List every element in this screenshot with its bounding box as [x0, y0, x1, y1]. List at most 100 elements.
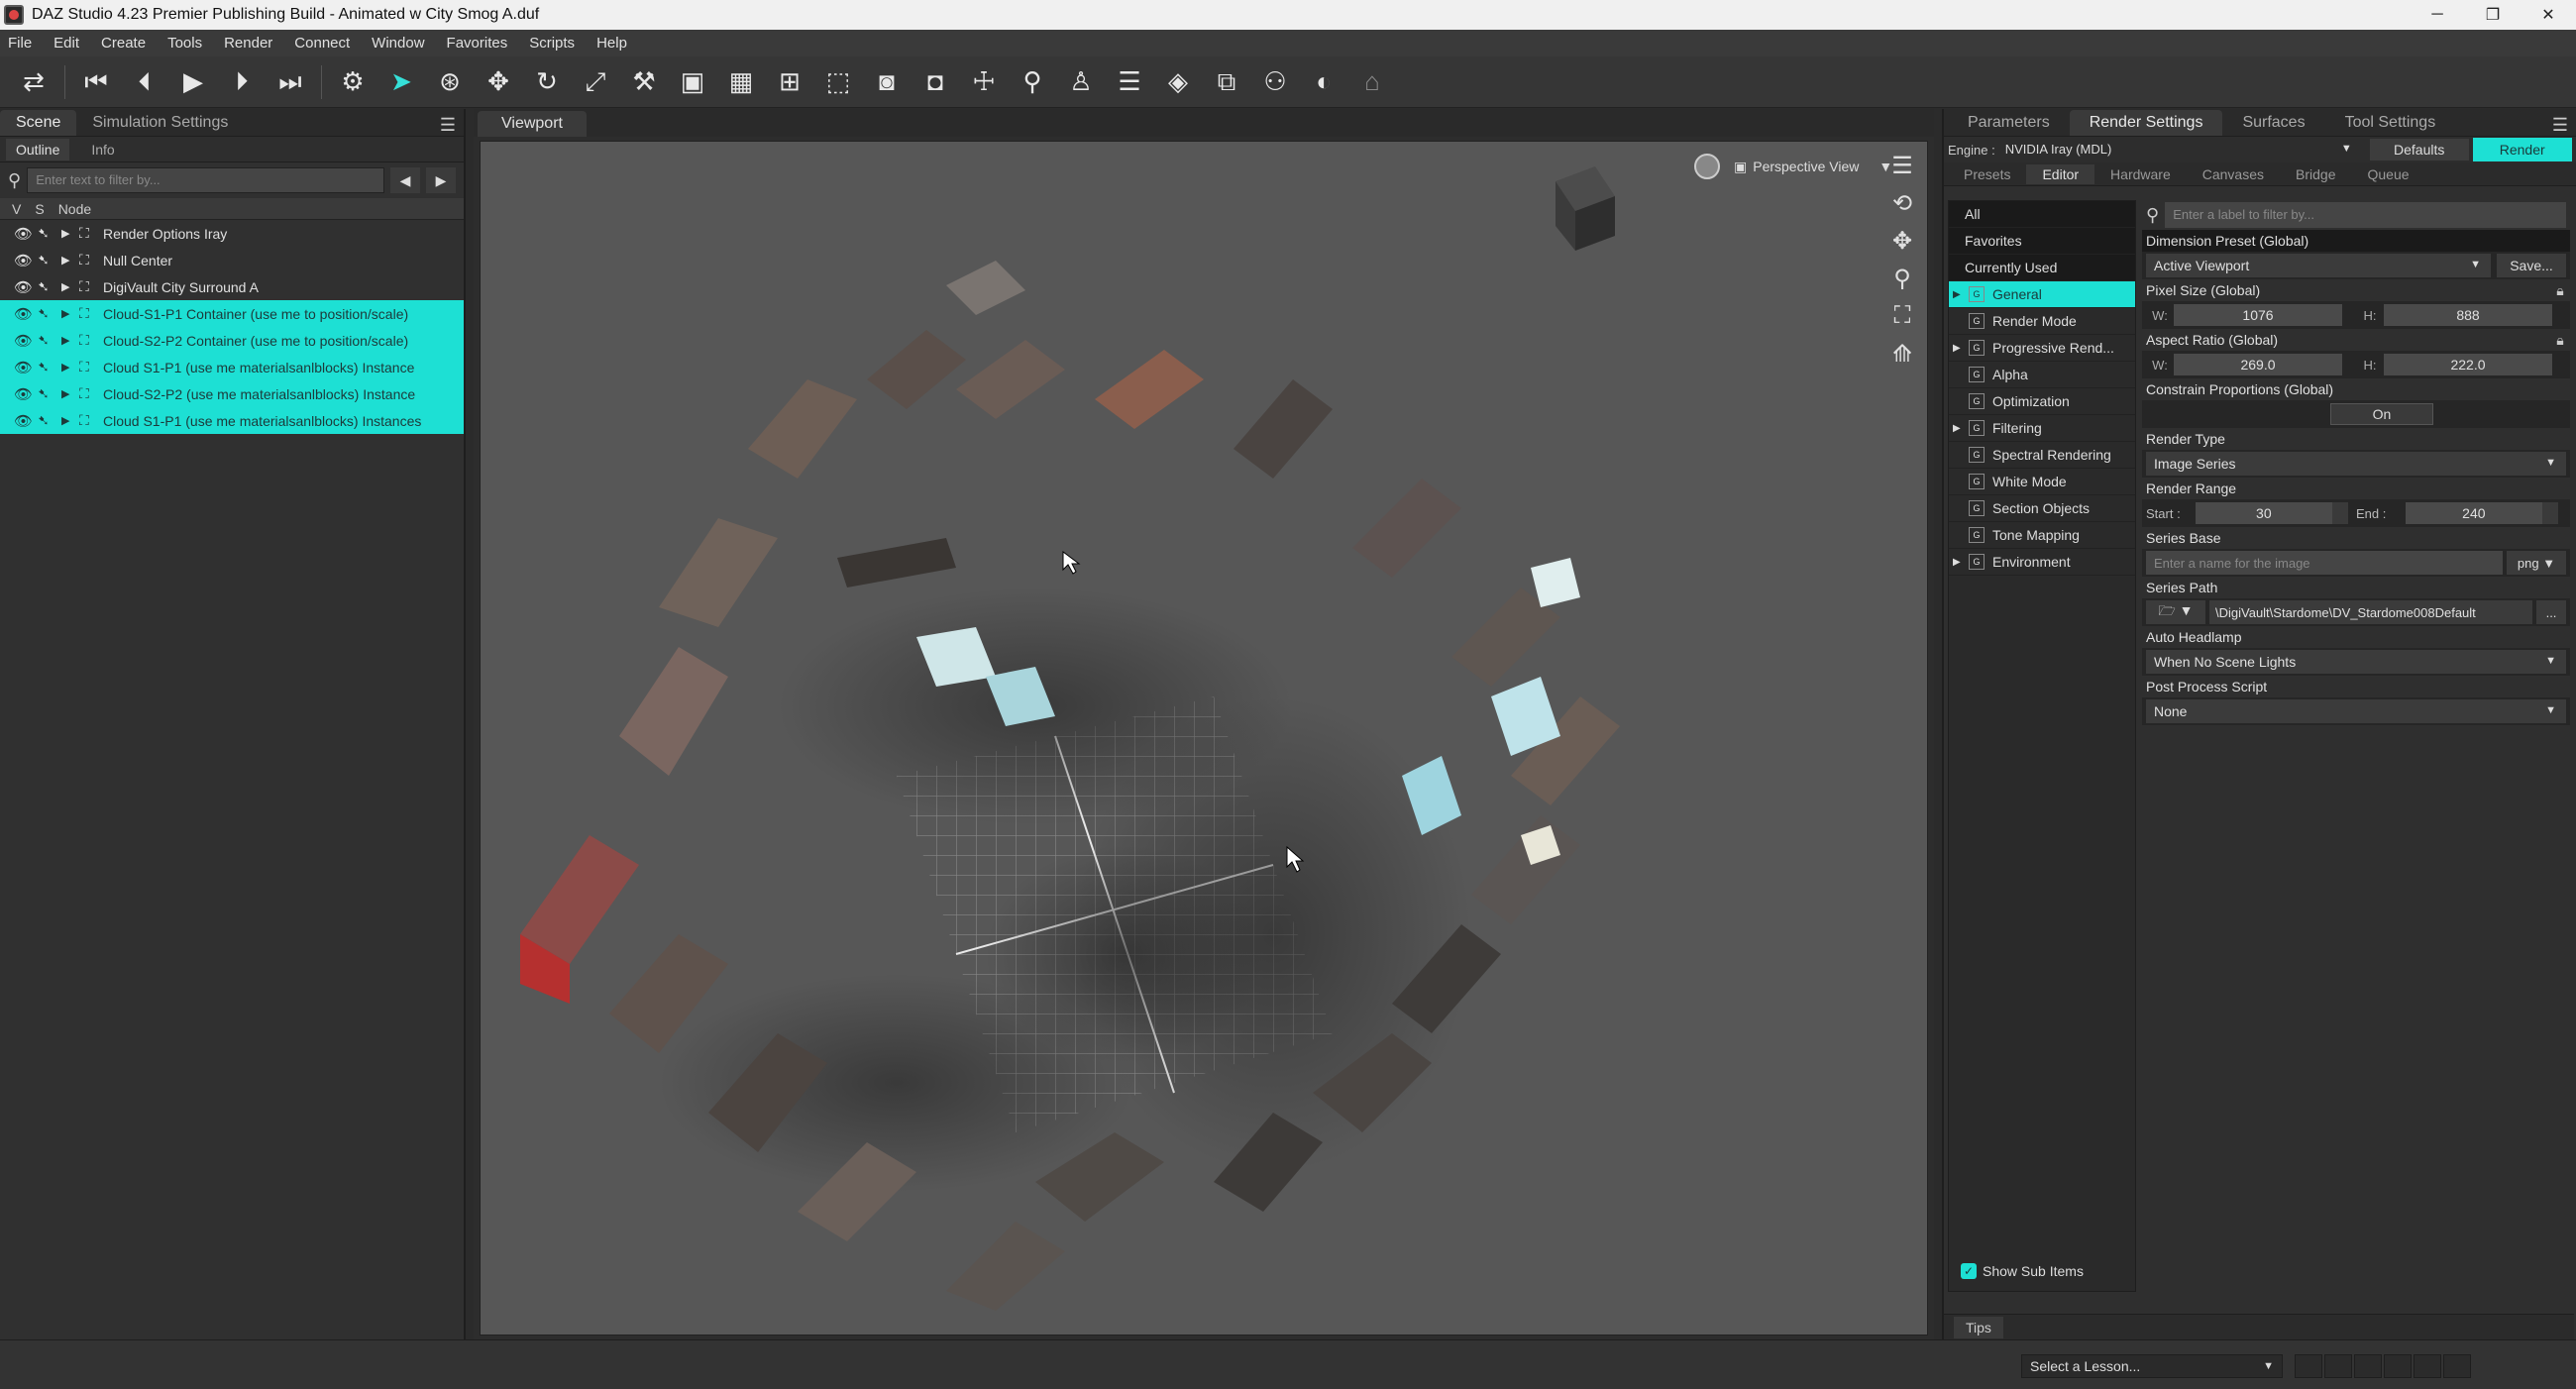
first-frame-icon[interactable]: ⏮ [78, 64, 114, 100]
scene-node-row[interactable]: 👁︎ ➷ ▶ ⛶ Cloud S1-P1 (use me materialsanlblo… [0, 407, 464, 434]
settings-category-item[interactable]: Currently Used [1949, 255, 2135, 281]
eye-icon[interactable]: 👁︎ [14, 305, 34, 323]
pointer-icon[interactable]: ➷ [38, 252, 57, 268]
post-process-script-select[interactable]: None [2146, 699, 2566, 723]
scene-node-row[interactable]: 👁︎ ➷ ▶ ⛶ Render Options Iray [0, 220, 464, 247]
series-base-input[interactable]: Enter a name for the image [2146, 551, 2503, 575]
menu-file[interactable]: File [8, 35, 32, 52]
eye-icon[interactable]: 👁︎ [14, 412, 34, 430]
scene-node-row[interactable]: 👁︎ ➷ ▶ ⛶ Cloud-S2-P2 (use me materialsanlblo… [0, 380, 464, 407]
save-preset-button[interactable]: Save... [2497, 254, 2566, 277]
maximize-icon[interactable]: ❐ [2465, 0, 2521, 30]
folder-icon[interactable]: 🗁 ▼ [2146, 600, 2205, 624]
close-icon[interactable]: ✕ [2521, 0, 2576, 30]
select-pointer-icon[interactable]: ➤ [383, 64, 419, 100]
tab-editor[interactable]: Editor [2026, 163, 2095, 184]
expand-arrow-icon[interactable]: ▶ [426, 167, 456, 193]
options-icon[interactable]: ☰ [1891, 152, 1913, 189]
scale-icon[interactable]: ⤢ [578, 64, 613, 100]
expand-arrow-icon[interactable]: ▶ [1953, 423, 1965, 434]
viewport-canvas[interactable]: ▣ Perspective View ▼ ☰ ⟲ ✥ ⚲ ⛶ ⟰ [480, 141, 1928, 1336]
pointer-icon[interactable]: ➷ [38, 359, 57, 375]
spot-render-icon[interactable]: ⬚ [820, 64, 856, 100]
tab-scene[interactable]: Scene [0, 110, 77, 136]
settings-category-item[interactable]: ▶ G Filtering [1949, 415, 2135, 442]
orbit-icon[interactable]: ⟲ [1892, 189, 1912, 227]
rotate-icon[interactable]: ↻ [529, 64, 565, 100]
view-cube[interactable] [1556, 166, 1615, 251]
tab-parameters[interactable]: Parameters [1948, 110, 2070, 136]
settings-category-item[interactable]: ▶ G Progressive Rend... [1949, 335, 2135, 362]
scene-node-row[interactable]: 👁︎ ➷ ▶ ⛶ Cloud S1-P1 (use me materialsanlblo… [0, 354, 464, 380]
pixel-width-field[interactable]: 1076 [2174, 304, 2342, 326]
settings-category-item[interactable]: ▶ G General [1949, 281, 2135, 308]
engine-select[interactable]: NVIDIA Iray (MDL) [2000, 139, 2360, 160]
render-camera-icon[interactable]: ◘ [917, 64, 953, 100]
scene-node-row[interactable]: 👁︎ ➷ ▶ ⛶ Cloud-S2-P2 Container (use me to po… [0, 327, 464, 354]
expand-arrow-icon[interactable]: ▶ [61, 414, 75, 427]
draw-style-icon[interactable] [1694, 154, 1720, 179]
eye-icon[interactable]: 👁︎ [14, 252, 34, 269]
pixel-height-field[interactable]: 888 [2384, 304, 2552, 326]
dimension-preset-select[interactable]: Active Viewport [2146, 254, 2491, 277]
active-pose-icon[interactable]: ⚲ [1015, 64, 1050, 100]
eye-icon[interactable]: 👁︎ [14, 359, 34, 376]
lesson-nav-button[interactable] [2324, 1354, 2352, 1378]
pan-icon[interactable]: ✥ [1892, 227, 1912, 265]
expand-arrow-icon[interactable]: ▶ [61, 254, 75, 267]
menu-window[interactable]: Window [372, 35, 424, 52]
frame-icon[interactable]: ⛶ [1894, 302, 1911, 340]
checkbox-checked-icon[interactable]: ✓ [1961, 1263, 1977, 1279]
settings-category-item[interactable]: G Optimization [1949, 388, 2135, 415]
menu-render[interactable]: Render [224, 35, 272, 52]
zoom-icon[interactable]: ⚲ [1893, 265, 1911, 302]
start-spinner[interactable] [2332, 502, 2348, 524]
eye-icon[interactable]: 👁︎ [14, 385, 34, 403]
auto-headlamp-select[interactable]: When No Scene Lights [2146, 650, 2566, 674]
column-selectable[interactable]: S [35, 201, 44, 217]
lesson-nav-button[interactable] [2354, 1354, 2382, 1378]
pane-options-icon[interactable]: ☰ [440, 115, 456, 136]
scene-node-row[interactable]: 👁︎ ➷ ▶ ⛶ DigiVault City Surround A [0, 273, 464, 300]
loop-icon[interactable]: ⇄ [16, 64, 52, 100]
range-end-field[interactable]: 240 [2405, 502, 2543, 524]
menu-tools[interactable]: Tools [167, 35, 202, 52]
reset-view-icon[interactable]: ⟰ [1892, 340, 1912, 377]
expand-arrow-icon[interactable]: ▶ [61, 280, 75, 293]
settings-category-item[interactable]: G White Mode [1949, 469, 2135, 495]
aspect-height-field[interactable]: 222.0 [2384, 354, 2552, 375]
expand-arrow-icon[interactable]: ▶ [61, 227, 75, 240]
node-tool-icon[interactable]: ⚙ [335, 64, 371, 100]
pointer-icon[interactable]: ➷ [38, 225, 57, 242]
lock-node-icon[interactable]: ⚇ [1257, 64, 1293, 100]
surface-selection-icon[interactable]: ▦ [723, 64, 759, 100]
tab-tips[interactable]: Tips [1954, 1317, 2003, 1338]
lesson-nav-button[interactable] [2443, 1354, 2471, 1378]
settings-category-item[interactable]: G Render Mode [1949, 308, 2135, 335]
settings-category-item[interactable]: G Section Objects [1949, 495, 2135, 522]
menu-connect[interactable]: Connect [294, 35, 350, 52]
defaults-button[interactable]: Defaults [2369, 139, 2469, 160]
pointer-icon[interactable]: ➷ [38, 385, 57, 402]
tab-tool-settings[interactable]: Tool Settings [2325, 110, 2456, 136]
settings-category-item[interactable]: G Tone Mapping [1949, 522, 2135, 549]
geometry-editor-icon[interactable]: ▣ [675, 64, 710, 100]
prev-frame-icon[interactable]: ⏴ [127, 64, 162, 100]
universal-tool-icon[interactable]: ⊛ [432, 64, 468, 100]
menu-help[interactable]: Help [596, 35, 627, 52]
tab-outline[interactable]: Outline [6, 138, 70, 160]
tab-presets[interactable]: Presets [1948, 164, 2026, 184]
expand-arrow-icon[interactable]: ▶ [1953, 557, 1965, 568]
column-node[interactable]: Node [58, 201, 91, 217]
play-icon[interactable]: ▶ [175, 64, 211, 100]
image-format-select[interactable]: png ▼ [2507, 551, 2566, 575]
tab-surfaces[interactable]: Surfaces [2222, 110, 2324, 136]
menu-create[interactable]: Create [101, 35, 146, 52]
expand-arrow-icon[interactable]: ▶ [61, 387, 75, 400]
figure-pose-icon[interactable]: ☩ [966, 64, 1002, 100]
eye-icon[interactable]: 👁︎ [14, 278, 34, 296]
menu-scripts[interactable]: Scripts [529, 35, 575, 52]
tab-hardware[interactable]: Hardware [2094, 164, 2187, 184]
menu-favorites[interactable]: Favorites [447, 35, 508, 52]
label-filter-input[interactable]: Enter a label to filter by... [2165, 202, 2566, 228]
